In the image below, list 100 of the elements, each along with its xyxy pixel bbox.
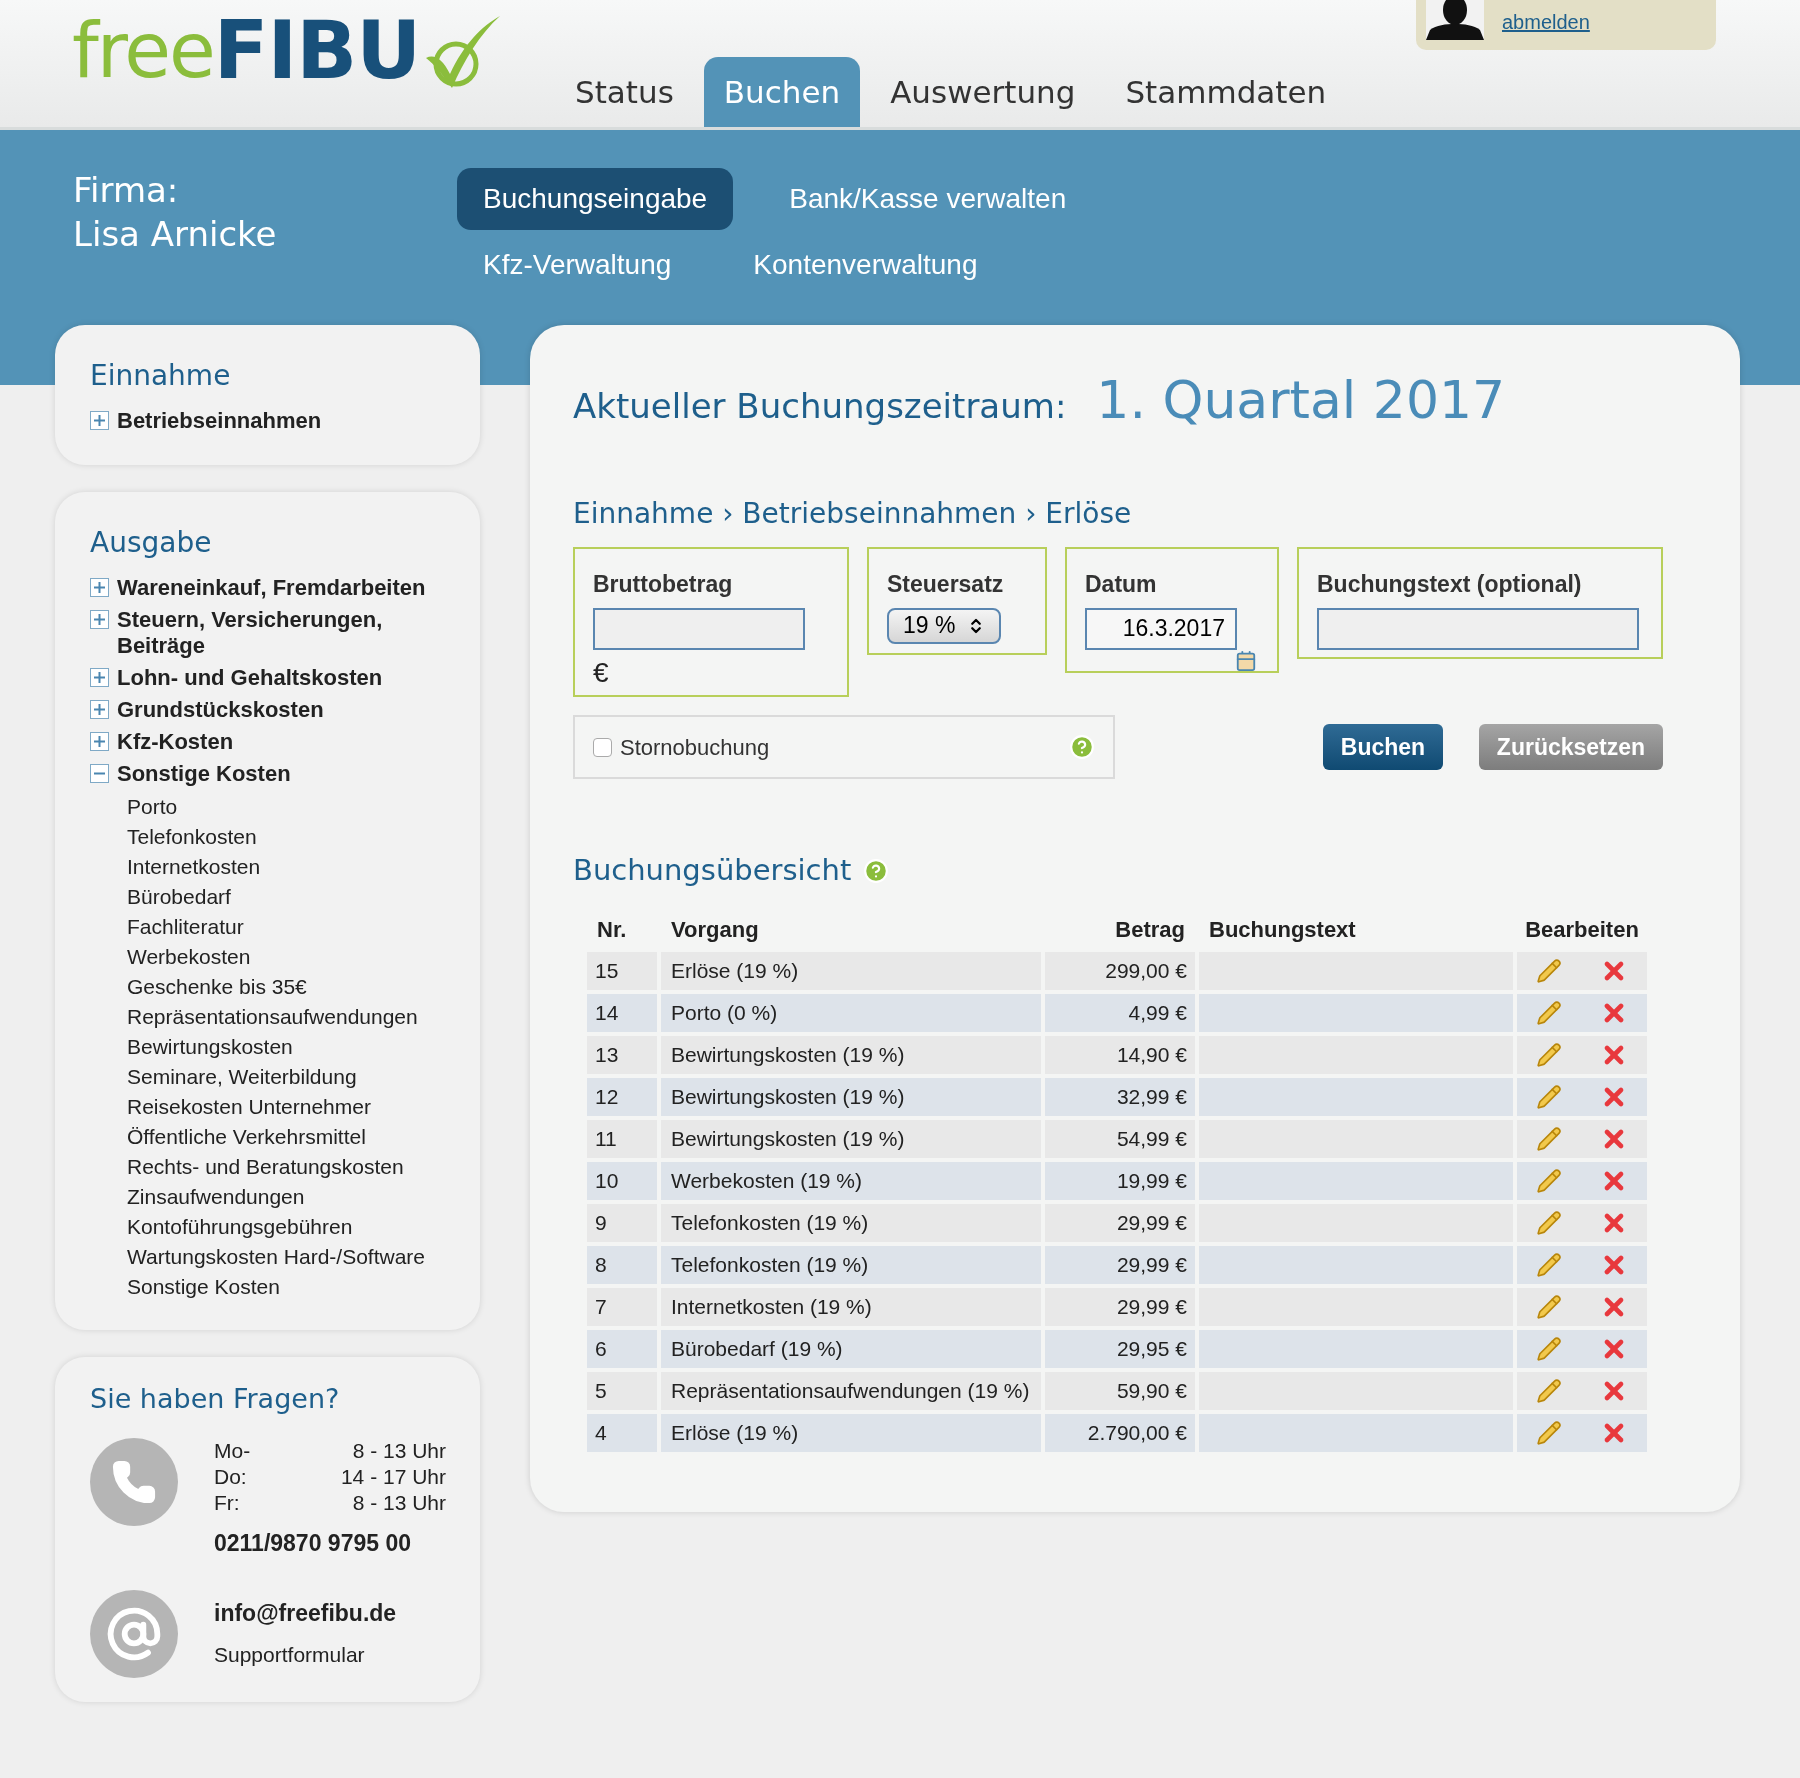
currency-label: € — [593, 655, 610, 690]
table-cell: 11 — [587, 1119, 657, 1158]
storno-label: Stornobuchung — [620, 733, 771, 762]
collapse-icon[interactable] — [90, 764, 109, 783]
field-label: Steuersatz — [887, 570, 1005, 599]
column-header: Betrag — [1114, 915, 1186, 944]
edit-icon[interactable] — [1536, 1041, 1562, 1068]
table-cell: 2.790,00 € — [1045, 1413, 1195, 1452]
section-title: Ausgabe — [90, 525, 213, 561]
table-cell: 5 — [587, 1371, 657, 1410]
subcategory-item[interactable]: Seminare, Weiterbildung — [127, 1062, 437, 1092]
expand-icon[interactable] — [90, 578, 109, 597]
expand-icon[interactable] — [90, 668, 109, 687]
edit-icon[interactable] — [1536, 957, 1562, 984]
subcategory-item[interactable]: Bürobedarf — [127, 882, 437, 912]
table-cell: Telefonkosten (19 %) — [661, 1203, 1041, 1242]
subcategory-item[interactable]: Wartungskosten Hard-/Software — [127, 1242, 437, 1272]
logo-text: FIBU — [213, 6, 421, 96]
subcategory-item[interactable]: Porto — [127, 792, 437, 822]
breadcrumb: Einnahme › Betriebseinnahmen › Erlöse — [573, 496, 1133, 532]
table-cell: Bewirtungskosten (19 %) — [661, 1077, 1041, 1116]
logo-text: free — [72, 6, 214, 96]
sub-tab[interactable]: Buchungseingabe — [457, 168, 734, 230]
category-item[interactable]: Grundstückskosten — [117, 697, 324, 723]
subcategory-item[interactable]: Sonstige Kosten — [127, 1272, 437, 1302]
main-tab[interactable]: Stammdaten — [1105, 57, 1347, 127]
subcategory-item[interactable]: Kontoführungsgebühren — [127, 1212, 437, 1242]
category-item[interactable]: Lohn- und Gehaltskosten — [117, 665, 383, 691]
storno-checkbox[interactable] — [593, 737, 612, 757]
expand-icon[interactable] — [90, 411, 109, 430]
subcategory-item[interactable]: Fachliteratur — [127, 912, 437, 942]
table-cell: 19,99 € — [1045, 1161, 1195, 1200]
edit-icon[interactable] — [1536, 999, 1562, 1026]
subcategory-item[interactable]: Werbekosten — [127, 942, 437, 972]
table-cell: Telefonkosten (19 %) — [661, 1245, 1041, 1284]
logout-link[interactable]: abmelden — [1502, 7, 1590, 37]
edit-icon[interactable] — [1536, 1293, 1562, 1320]
subcategory-item[interactable]: Geschenke bis 35€ — [127, 972, 437, 1002]
edit-icon[interactable] — [1536, 1251, 1562, 1278]
date-field[interactable]: 16.3.2017 — [1085, 607, 1237, 650]
expand-icon[interactable] — [90, 610, 109, 629]
table-cell: 15 — [587, 951, 657, 990]
table-cell: 14,90 € — [1045, 1035, 1195, 1074]
company-label: Firma: — [73, 169, 180, 212]
subcategory-item[interactable]: Bewirtungskosten — [127, 1032, 437, 1062]
calendar-icon[interactable] — [1235, 649, 1257, 672]
table-cell: 29,99 € — [1045, 1287, 1195, 1326]
table-cell: 29,95 € — [1045, 1329, 1195, 1368]
category-item[interactable]: Steuern, Versicherungen, Beiträge — [117, 607, 445, 659]
table-cell: 32,99 € — [1045, 1077, 1195, 1116]
help-icon[interactable] — [863, 857, 890, 884]
table-cell: 54,99 € — [1045, 1119, 1195, 1158]
subcategory-item[interactable]: Telefonkosten — [127, 822, 437, 852]
edit-icon[interactable] — [1536, 1083, 1562, 1110]
period-value: 1. Quartal 2017 — [1096, 369, 1506, 432]
company-name: Lisa Arnicke — [73, 213, 278, 256]
subcategory-item[interactable]: Rechts- und Beratungskosten — [127, 1152, 437, 1182]
category-item[interactable]: Sonstige Kosten — [117, 761, 291, 787]
expand-icon[interactable] — [90, 732, 109, 751]
table-cell: Erlöse (19 %) — [661, 1413, 1041, 1452]
email-link[interactable]: info@freefibu.de — [214, 1596, 397, 1631]
expand-icon[interactable] — [90, 700, 109, 719]
table-cell: Bewirtungskosten (19 %) — [661, 1119, 1041, 1158]
subcategory-item[interactable]: Repräsentationsaufwendungen — [127, 1002, 437, 1032]
edit-icon[interactable] — [1536, 1167, 1562, 1194]
booking-text-field[interactable] — [1317, 607, 1639, 650]
subcategory-item[interactable]: Zinsaufwendungen — [127, 1182, 437, 1212]
edit-icon[interactable] — [1536, 1335, 1562, 1362]
table-cell: Repräsentationsaufwendungen (19 %) — [661, 1371, 1041, 1410]
edit-icon[interactable] — [1536, 1377, 1562, 1404]
overview-title: Buchungsübersicht — [573, 852, 852, 889]
weekday-label: Do: — [214, 1463, 247, 1490]
edit-icon[interactable] — [1536, 1419, 1562, 1446]
main-tab[interactable]: Auswertung — [870, 57, 1096, 127]
tax-rate-select[interactable]: 19 % — [887, 607, 1001, 644]
subcategory-item[interactable]: Reisekosten Unternehmer — [127, 1092, 437, 1122]
column-header: Vorgang — [670, 915, 760, 944]
edit-icon[interactable] — [1536, 1125, 1562, 1152]
edit-icon[interactable] — [1536, 1209, 1562, 1236]
category-item[interactable]: Kfz-Kosten — [117, 729, 234, 755]
hours-label: 8 - 13 Uhr — [352, 1489, 446, 1516]
column-header: Bearbeiten — [1524, 915, 1640, 944]
weekday-label: Mo- — [214, 1437, 251, 1464]
avatar-icon — [1426, 0, 1484, 40]
table-cell: 12 — [587, 1077, 657, 1116]
table-cell: 4 — [587, 1413, 657, 1452]
main-tab[interactable]: Status — [555, 57, 694, 127]
field-label: Bruttobetrag — [593, 570, 734, 599]
table-cell: 10 — [587, 1161, 657, 1200]
category-item[interactable]: Wareneinkauf, Fremdarbeiten — [117, 575, 426, 601]
help-icon[interactable] — [1069, 734, 1095, 760]
book-button[interactable]: Buchen — [1323, 724, 1443, 770]
period-label: Aktueller Buchungszeitraum: — [573, 385, 1067, 428]
table-cell: 8 — [587, 1245, 657, 1284]
amount-field[interactable] — [593, 607, 805, 650]
subcategory-item[interactable]: Öffentliche Verkehrsmittel — [127, 1122, 437, 1152]
category-item[interactable]: Betriebseinnahmen — [117, 408, 322, 434]
table-cell: Bürobedarf (19 %) — [661, 1329, 1041, 1368]
subcategory-item[interactable]: Internetkosten — [127, 852, 437, 882]
support-form-link[interactable]: Supportformular — [214, 1638, 397, 1670]
